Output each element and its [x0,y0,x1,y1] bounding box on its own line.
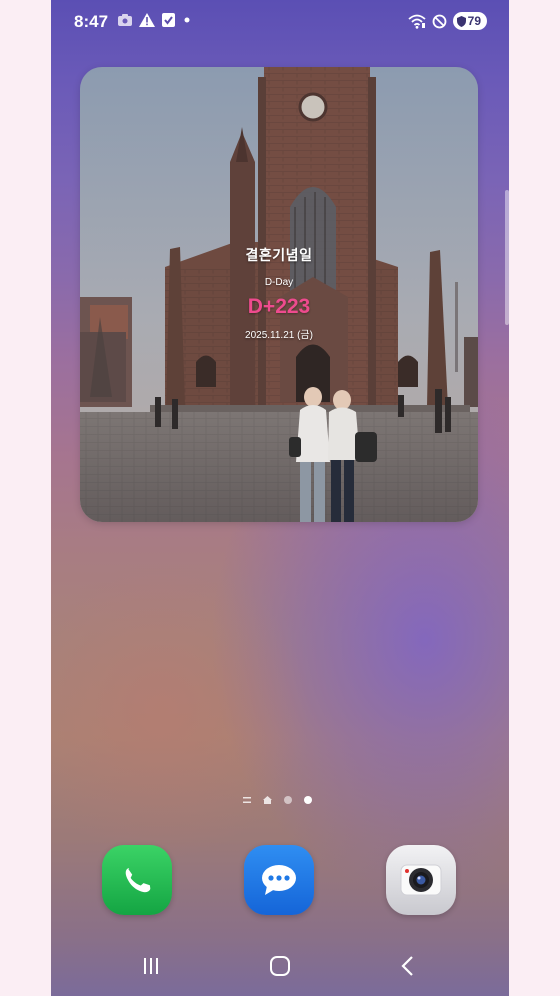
dot-icon [184,17,190,23]
camera-icon [118,14,132,26]
back-button[interactable] [388,946,428,986]
edge-panel-handle[interactable] [505,190,509,325]
home-button[interactable] [260,946,300,986]
camera-icon [400,864,442,896]
widget-text: 결혼기념일 D-Day D+223 2025.11.21 (금) [80,245,478,341]
status-time: 8:47 [74,12,109,31]
widget-subtitle: D-Day [264,277,294,288]
battery-shield-icon [456,15,466,27]
phone-icon [125,867,151,893]
messages-icon [262,865,296,895]
home-screen: 8:47 79 결혼기념일 D-Day D+223 2025.11.21 (금) [51,0,509,996]
navigation-bar [51,946,509,986]
wifi-icon [408,14,426,29]
home-icon [270,956,290,976]
battery-indicator: 79 [452,12,487,30]
page-indicator[interactable] [243,796,312,804]
d-day-widget[interactable]: 결혼기념일 D-Day D+223 2025.11.21 (금) [80,67,478,522]
do-not-disturb-icon [432,14,447,28]
back-icon [401,956,413,976]
recent-apps-button[interactable] [131,946,171,986]
camera-app-button[interactable] [386,845,456,915]
widget-title: 결혼기념일 [245,247,313,263]
battery-level: 79 [467,14,481,28]
menu-page-icon[interactable] [243,796,251,804]
warning-icon [139,13,155,27]
page-dot[interactable] [284,796,292,804]
status-bar: 8:47 79 [51,0,509,44]
home-page-icon[interactable] [263,796,272,804]
notification-icons [118,13,192,27]
recent-apps-icon [144,958,158,974]
checkbox-icon [162,13,175,27]
messages-app-button[interactable] [244,845,314,915]
phone-app-button[interactable] [102,845,172,915]
page-dot-active[interactable] [304,796,312,804]
app-dock [51,845,509,915]
d-day-count: D+223 [247,295,311,318]
widget-date: 2025.11.21 (금) [245,330,313,341]
system-icons: 79 [408,12,487,30]
